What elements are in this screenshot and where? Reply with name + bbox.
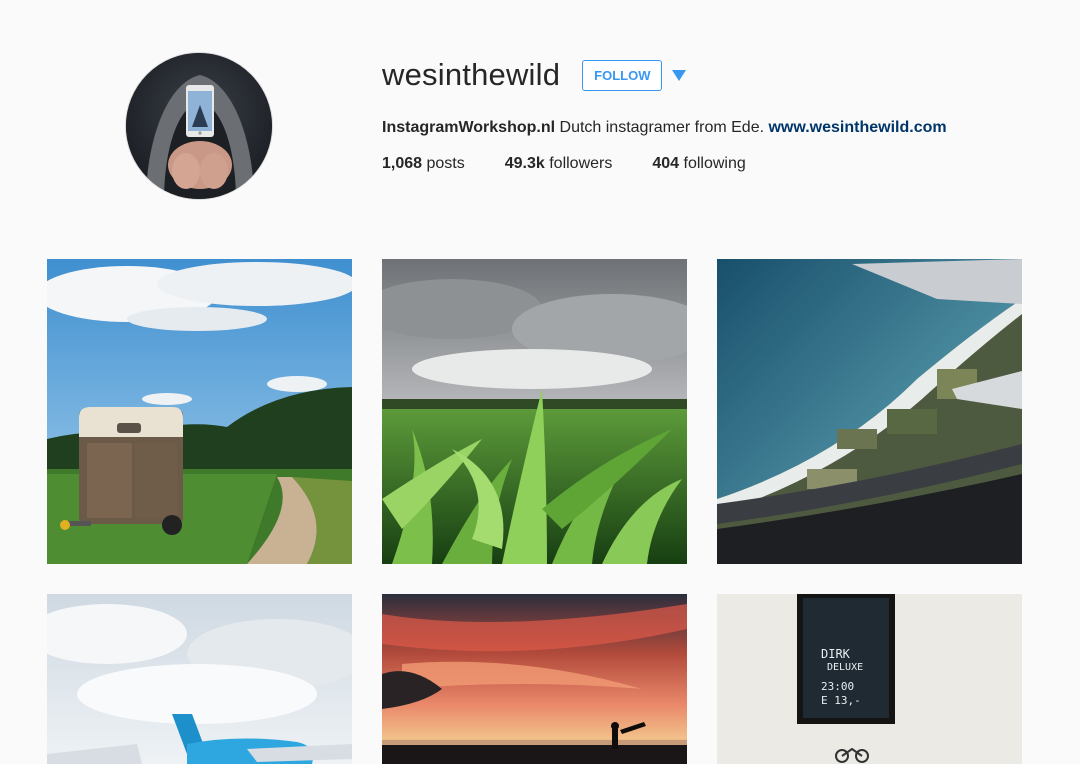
chevron-down-icon[interactable] <box>672 68 687 82</box>
post-klm-airplane[interactable] <box>47 594 352 764</box>
sign-line-2: DELUXE <box>827 662 863 673</box>
post-aerial-coastline[interactable] <box>717 259 1022 564</box>
profile-header: wesinthewild FOLLOW InstagramWorkshop.nl… <box>0 0 1080 240</box>
following-count: 404 <box>652 155 680 172</box>
username-row: wesinthewild FOLLOW <box>382 54 947 96</box>
post-surfer-sunset[interactable] <box>382 594 687 764</box>
followers-label: followers <box>544 155 613 172</box>
bio-text: Dutch instagramer from Ede. <box>555 119 769 136</box>
posts-stat: 1,068 posts <box>382 155 465 173</box>
bio-name: InstagramWorkshop.nl <box>382 119 556 136</box>
profile-avatar[interactable] <box>125 52 273 200</box>
following-stat[interactable]: 404 following <box>652 155 745 173</box>
post-corn-field[interactable] <box>382 259 687 564</box>
follow-button[interactable]: FOLLOW <box>582 59 663 91</box>
following-label: following <box>679 155 746 172</box>
posts-label: posts <box>422 155 465 172</box>
post-chalkboard-sign[interactable]: DIRK DELUXE 23:00 E 13,- <box>717 594 1022 764</box>
sign-line-3: 23:00 <box>821 680 854 693</box>
post-horse-trailer[interactable] <box>47 259 352 564</box>
bio-link[interactable]: www.wesinthewild.com <box>768 119 946 136</box>
profile-stats: 1,068 posts 49.3k followers 404 followin… <box>382 155 947 173</box>
followers-count: 49.3k <box>504 155 545 172</box>
posts-count: 1,068 <box>382 155 423 172</box>
profile-bio: InstagramWorkshop.nl Dutch instagramer f… <box>382 117 947 139</box>
username: wesinthewild <box>382 57 561 92</box>
sign-line-4: E 13,- <box>821 694 861 707</box>
followers-stat[interactable]: 49.3k followers <box>505 155 613 173</box>
profile-info: wesinthewild FOLLOW InstagramWorkshop.nl… <box>382 54 947 173</box>
sign-line-1: DIRK <box>821 647 851 661</box>
